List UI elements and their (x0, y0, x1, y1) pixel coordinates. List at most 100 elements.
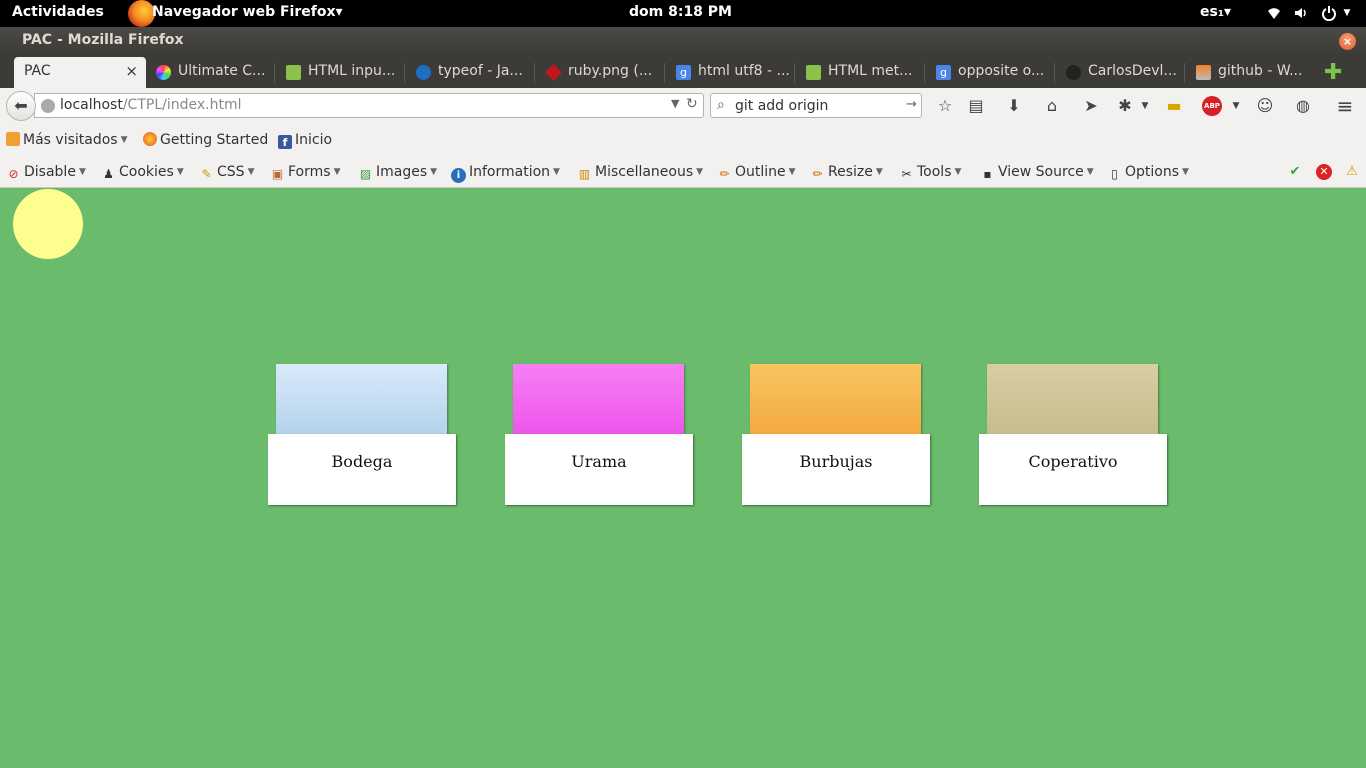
adblock-icon[interactable]: ABP (1202, 96, 1222, 116)
search-bar[interactable]: ⌕ → (710, 93, 922, 118)
adblock-dropdown-icon[interactable]: ▼ (1226, 96, 1246, 116)
information-icon: i (451, 168, 466, 183)
card-coperativo[interactable]: Coperativo (979, 364, 1167, 505)
tab-close-icon[interactable]: × (125, 62, 138, 80)
power-icon[interactable] (1321, 5, 1337, 22)
url-path: /CTPL/index.html (122, 97, 242, 113)
forms-icon: ▣ (271, 167, 284, 181)
url-history-dropdown-icon[interactable]: ▼ (671, 97, 679, 110)
url-host: localhost (60, 97, 123, 113)
tab-html-input[interactable]: HTML inpu... (276, 57, 404, 88)
send-icon[interactable]: ➤ (1081, 96, 1101, 116)
menu-information[interactable]: i Information ▼ (451, 164, 560, 183)
bookmark-inicio[interactable]: f Inicio (278, 132, 332, 149)
window-close-button[interactable]: × (1339, 33, 1356, 50)
chevron-down-icon: ▼ (1086, 167, 1094, 177)
tab-separator (534, 63, 535, 83)
tab-separator (794, 63, 795, 83)
star-icon[interactable]: ☆ (935, 96, 955, 116)
tab-github[interactable]: github - W... (1186, 57, 1314, 88)
chevron-down-icon: ▼ (247, 167, 255, 177)
menu-label: Disable (24, 164, 76, 180)
search-input[interactable] (735, 96, 905, 115)
wrench-dropdown-icon[interactable]: ▼ (1135, 96, 1155, 116)
tab-opposite[interactable]: g opposite o... (926, 57, 1054, 88)
wrench-icon[interactable]: ✱ (1115, 96, 1135, 116)
error-icon[interactable]: ✕ (1316, 164, 1332, 180)
bookmark-label: Inicio (295, 132, 333, 148)
tab-pac[interactable]: PAC × (14, 57, 146, 88)
menu-images[interactable]: ▨ Images ▼ (358, 164, 437, 182)
card-swatch (987, 364, 1158, 435)
tab-ultimate[interactable]: Ultimate C... (146, 57, 274, 88)
globe-icon[interactable]: ◍ (1293, 96, 1313, 116)
new-tab-button[interactable]: ✚ (1324, 60, 1342, 85)
tab-label: PAC (24, 63, 51, 79)
tab-separator (404, 63, 405, 83)
tab-separator (1184, 63, 1185, 83)
chevron-down-icon: ▼ (788, 167, 796, 177)
menu-icon[interactable]: ≡ (1335, 96, 1355, 116)
tab-typeof[interactable]: typeof - Ja... (406, 57, 534, 88)
reload-icon[interactable]: ↻ (686, 96, 698, 112)
download-icon[interactable]: ⬇ (1004, 96, 1024, 116)
wifi-icon[interactable] (1266, 5, 1282, 21)
site-identity-icon[interactable] (41, 99, 55, 113)
menu-outline[interactable]: ✏ Outline ▼ (717, 164, 796, 182)
card-burbujas[interactable]: Burbujas (742, 364, 930, 505)
menu-label: CSS (217, 164, 245, 180)
menu-cookies[interactable]: ♟ Cookies ▼ (101, 164, 184, 182)
card-urama[interactable]: Urama (505, 364, 693, 505)
menu-view-source[interactable]: ▪ View Source ▼ (980, 164, 1094, 182)
menu-label: Outline (735, 164, 786, 180)
search-icon[interactable]: ⌕ (717, 97, 725, 113)
menu-tools[interactable]: ✂ Tools ▼ (899, 164, 961, 182)
chevron-down-icon: ▼ (1182, 167, 1189, 177)
chat-icon[interactable]: ☺ (1255, 96, 1275, 116)
menu-label: Options (1125, 164, 1180, 180)
activities-button[interactable]: Actividades (12, 4, 104, 20)
clock[interactable]: dom 8:18 PM (629, 4, 732, 20)
warning-icon[interactable]: ⚠ (1344, 164, 1360, 180)
system-top-bar: Actividades Navegador web Firefox▾ dom 8… (0, 0, 1366, 27)
card-bodega[interactable]: Bodega (268, 364, 456, 505)
menu-resize[interactable]: ✏ Resize ▼ (810, 164, 883, 182)
bookmark-getting-started[interactable]: Getting Started (143, 132, 268, 148)
web-developer-toolbar: ⊘ Disable ▼ ♟ Cookies ▼ ✎ CSS ▼ ▣ Forms ▼ ▨ Image… (0, 158, 1366, 188)
url-bar[interactable]: localhost/CTPL/index.html ▼ ↻ (34, 93, 704, 118)
menu-forms[interactable]: ▣ Forms ▼ (270, 164, 341, 182)
chevron-down-icon: ▼ (333, 167, 341, 177)
menu-css[interactable]: ✎ CSS ▼ (199, 164, 254, 182)
card-label: Burbujas (742, 434, 930, 505)
resize-icon: ✏ (812, 167, 823, 181)
url-text[interactable]: localhost/CTPL/index.html (60, 97, 242, 113)
chevron-down-icon: ▼ (553, 167, 560, 177)
volume-icon[interactable] (1293, 5, 1309, 21)
tab-carlosdevl[interactable]: CarlosDevl... (1056, 57, 1184, 88)
reading-list-icon[interactable]: ▤ (966, 96, 986, 116)
menu-miscellaneous[interactable]: ▥ Miscellaneous ▼ (577, 164, 703, 182)
app-menu[interactable]: Navegador web Firefox▾ (152, 4, 343, 20)
keyboard-layout-indicator[interactable]: es₁▾ (1200, 4, 1231, 20)
w3schools-icon (806, 65, 821, 80)
ruler-icon[interactable]: ▬ (1164, 96, 1184, 116)
bookmark-most-visited[interactable]: Más visitados ▼ (6, 132, 128, 148)
tab-label: CarlosDevl... (1088, 63, 1177, 79)
folder-icon (6, 132, 20, 146)
tab-html-meta[interactable]: HTML met... (796, 57, 924, 88)
check-icon[interactable]: ✔ (1287, 164, 1303, 180)
power-menu-caret-icon[interactable]: ▼ (1339, 5, 1355, 21)
home-icon[interactable]: ⌂ (1042, 96, 1062, 116)
menu-disable[interactable]: ⊘ Disable ▼ (6, 164, 85, 182)
back-button[interactable]: ⬅ (6, 91, 36, 121)
menu-label: Resize (828, 164, 873, 180)
tab-ruby-png[interactable]: ruby.png (... (536, 57, 664, 88)
chevron-down-icon: ▼ (875, 167, 883, 177)
firefox-icon (143, 132, 157, 146)
menu-label: Information (469, 164, 551, 180)
tab-html-utf8[interactable]: g html utf8 - ... (666, 57, 794, 88)
search-go-icon[interactable]: → (906, 97, 917, 112)
chevron-down-icon: ▼ (696, 167, 704, 177)
menu-options[interactable]: ▯ Options ▼ (1107, 164, 1189, 182)
menu-label: Tools (917, 164, 952, 180)
